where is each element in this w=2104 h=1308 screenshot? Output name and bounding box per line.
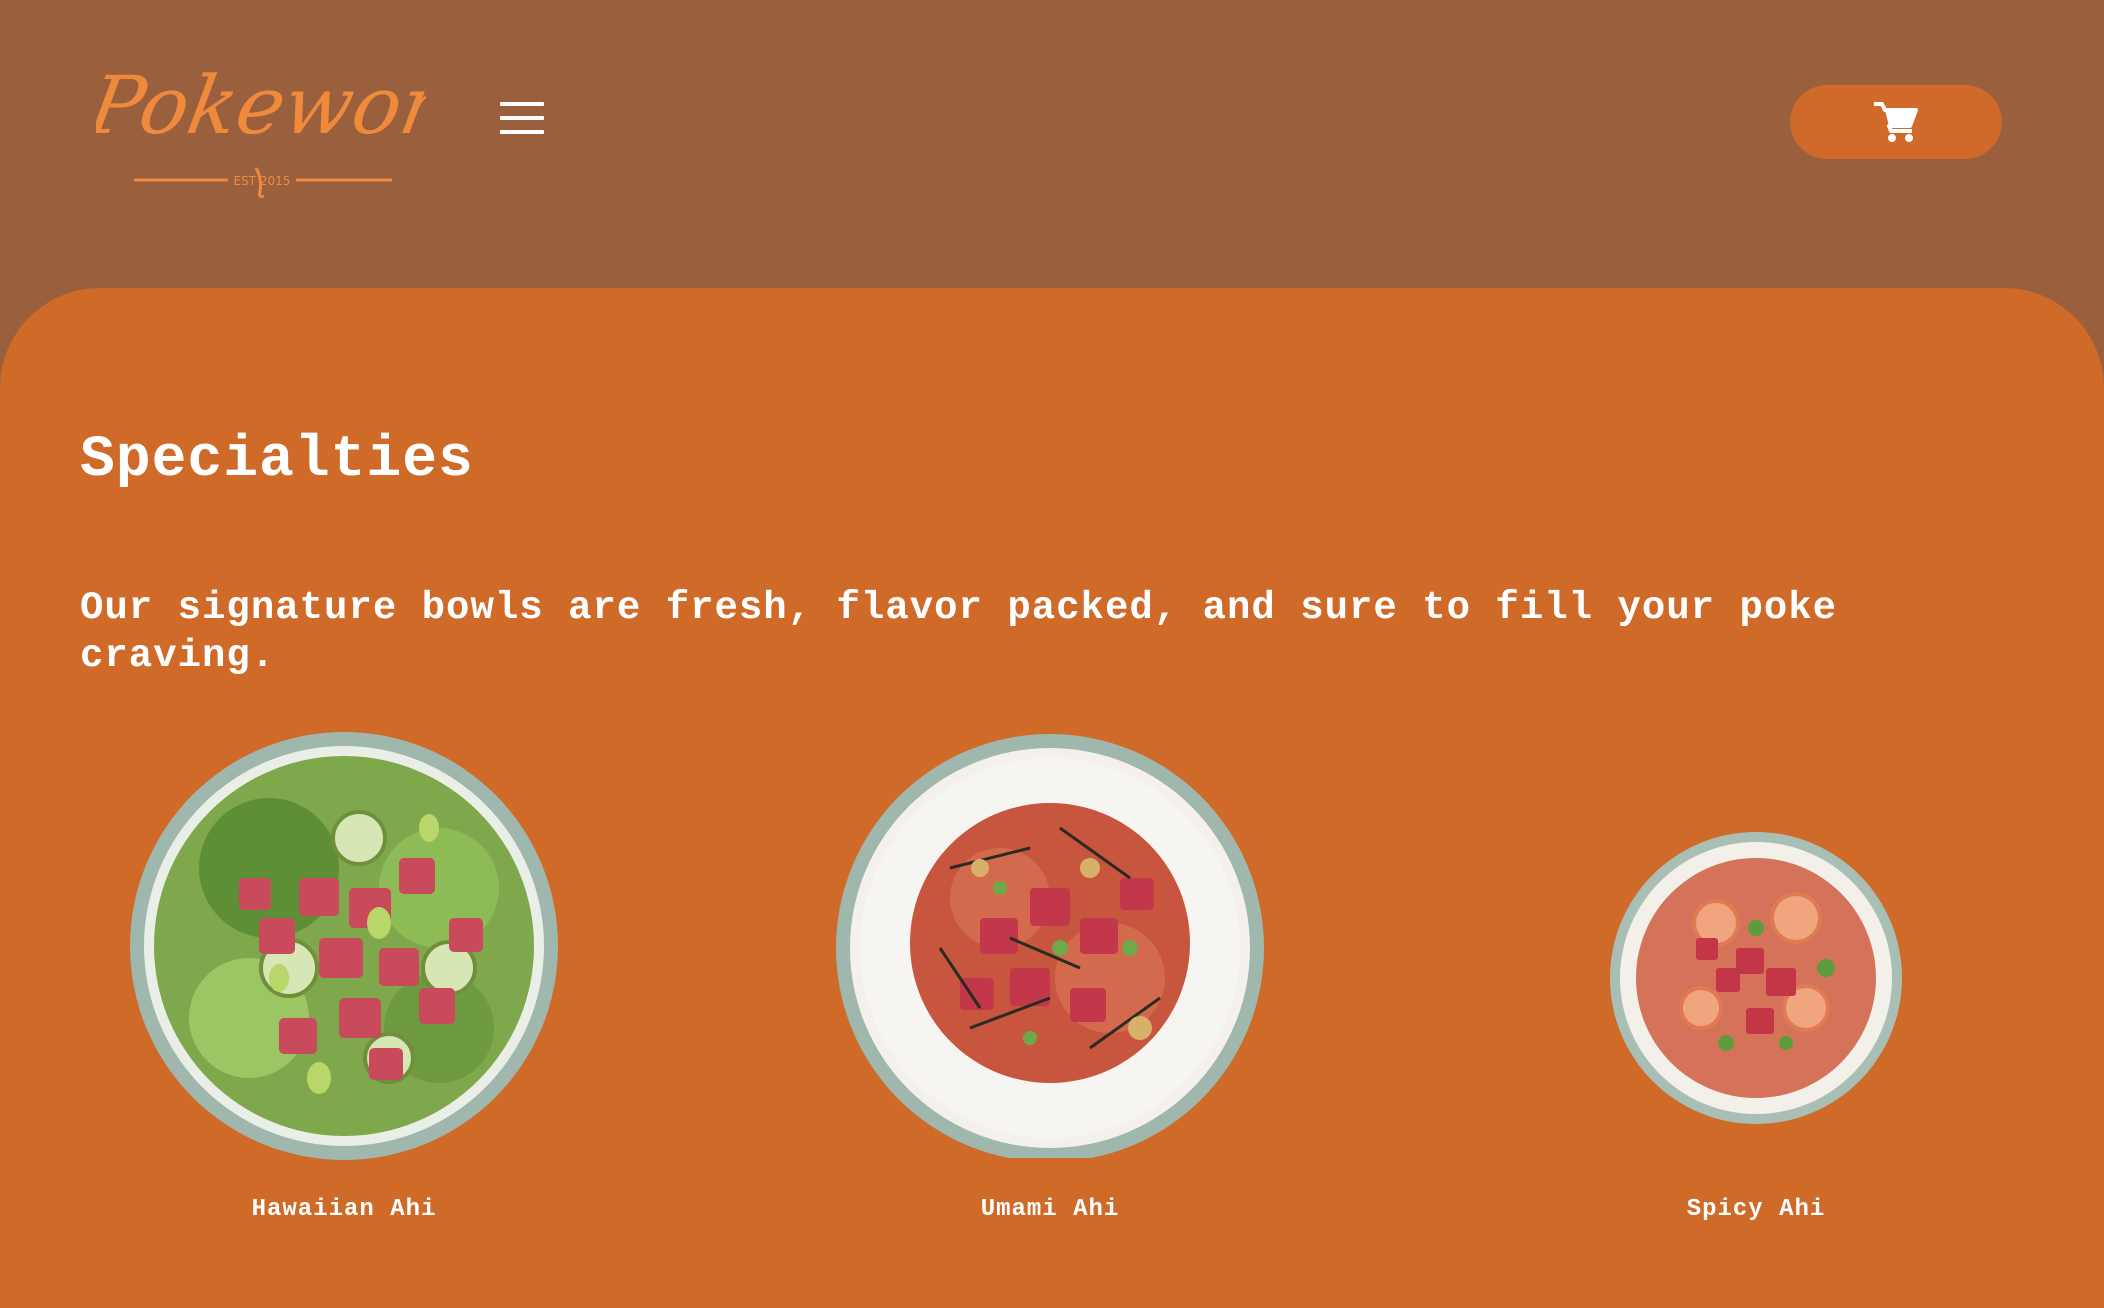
pokeworks-logo[interactable]: Pokeworks EST 2015	[96, 28, 426, 208]
bowl-card-spicy-ahi[interactable]: Spicy Ahi	[1476, 718, 2036, 1258]
bowl-name: Spicy Ahi	[1686, 1196, 1826, 1223]
specialties-section: Specialties Our signature bowls are fres…	[0, 288, 2104, 1308]
hamburger-menu-icon[interactable]	[500, 100, 546, 136]
spicy-ahi-bowl-image	[1610, 832, 1902, 1124]
bowl-name: Umami Ahi	[980, 1196, 1120, 1223]
section-description: Our signature bowls are fresh, flavor pa…	[80, 586, 1838, 678]
logo-wordmark: Pokeworks	[96, 60, 426, 153]
cart-button[interactable]	[1790, 85, 2002, 159]
shopping-cart-icon	[1874, 102, 1918, 142]
bowl-card-hawaiian-ahi[interactable]: Hawaiian Ahi	[64, 718, 624, 1258]
bowl-name: Hawaiian Ahi	[251, 1196, 437, 1223]
hawaiian-ahi-bowl-image	[130, 732, 558, 1160]
logo-tagline: EST 2015	[234, 174, 291, 188]
umami-ahi-bowl-image	[836, 734, 1264, 1158]
site-header: Pokeworks EST 2015	[0, 0, 2104, 300]
page-title: Specialties	[80, 428, 474, 493]
bowl-card-umami-ahi[interactable]: Umami Ahi	[770, 718, 1330, 1258]
